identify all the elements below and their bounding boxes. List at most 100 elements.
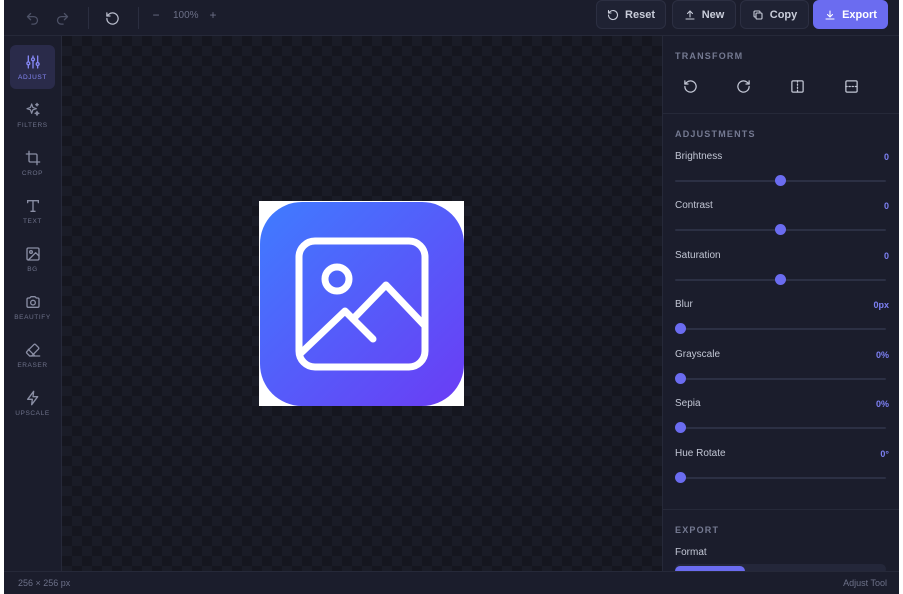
zoom-out-button[interactable]: −: [149, 8, 163, 22]
image-dimensions: 256 × 256 px: [18, 578, 71, 588]
rotate-ccw-icon: [105, 11, 119, 25]
tool-label: BEAUTIFY: [14, 313, 51, 321]
image-placeholder-icon: [295, 237, 428, 370]
undo-icon: [26, 12, 38, 25]
rotate-left-icon: [683, 79, 697, 93]
reset-button[interactable]: Reset: [596, 0, 666, 29]
tool-beautify[interactable]: BEAUTIFY: [10, 285, 55, 329]
tool-sidebar: ADJUST FILTERS CROP TEXT BG BEAUTIFY ERA…: [4, 36, 62, 571]
slider-thumb[interactable]: [775, 274, 786, 285]
hue-rotate-label: Hue Rotate: [675, 448, 726, 459]
grayscale-value: 0%: [875, 350, 889, 360]
export-title: EXPORT: [675, 525, 720, 535]
format-label: Format: [675, 547, 707, 558]
tool-label: BG: [27, 265, 38, 273]
download-icon: [825, 9, 835, 20]
hue-rotate-value: 0°: [880, 449, 889, 459]
saturation-label: Saturation: [675, 250, 721, 261]
tool-filters[interactable]: FILTERS: [10, 93, 55, 137]
tool-label: CROP: [21, 169, 44, 177]
redo-icon: [56, 12, 68, 25]
image-preview[interactable]: [259, 201, 464, 406]
blur-slider[interactable]: [675, 323, 886, 334]
toolbar-divider: [88, 7, 89, 29]
image-canvas[interactable]: [62, 36, 662, 571]
new-label: New: [701, 8, 725, 21]
export-label: Export: [842, 8, 877, 21]
sparkles-icon: [25, 102, 40, 116]
contrast-slider[interactable]: [675, 224, 886, 235]
slider-thumb[interactable]: [675, 472, 686, 483]
blur-value: 0px: [873, 300, 889, 310]
crop-icon: [25, 150, 40, 165]
slider-thumb[interactable]: [675, 422, 686, 433]
flip-horizontal-icon: [790, 79, 804, 93]
copy-button[interactable]: Copy: [740, 0, 809, 29]
upload-icon: [685, 9, 695, 20]
grayscale-slider[interactable]: [675, 373, 886, 384]
flip-horizontal-button[interactable]: [787, 76, 807, 96]
toolbar-divider: [138, 7, 139, 29]
tool-adjust[interactable]: ADJUST: [10, 45, 55, 89]
sepia-label: Sepia: [675, 398, 701, 409]
eraser-icon: [25, 343, 40, 357]
sepia-value: 0%: [875, 399, 889, 409]
rotate-left-button[interactable]: [680, 76, 700, 96]
tool-bg[interactable]: BG: [10, 237, 55, 281]
undo-button[interactable]: [19, 5, 45, 31]
tool-label: FILTERS: [17, 121, 48, 129]
top-toolbar: − 100% + Reset New Copy Export: [4, 0, 899, 36]
hue-rotate-slider[interactable]: [675, 472, 886, 483]
tool-label: ADJUST: [18, 73, 47, 81]
saturation-value: 0: [883, 251, 889, 261]
new-button[interactable]: New: [672, 0, 736, 29]
status-bar: 256 × 256 px Adjust Tool: [4, 571, 899, 594]
transform-title: TRANSFORM: [675, 51, 744, 61]
slider-thumb[interactable]: [675, 373, 686, 384]
panel-divider: [663, 509, 899, 510]
preview-gradient-tile: [259, 201, 464, 406]
slider-thumb[interactable]: [775, 224, 786, 235]
sliders-icon: [25, 54, 40, 69]
format-selector[interactable]: [675, 564, 886, 571]
copy-icon: [753, 9, 763, 20]
tool-upscale[interactable]: UPSCALE: [10, 381, 55, 425]
brightness-value: 0: [883, 152, 889, 162]
contrast-value: 0: [883, 201, 889, 211]
slider-thumb[interactable]: [775, 175, 786, 186]
flip-vertical-button[interactable]: [841, 76, 861, 96]
contrast-label: Contrast: [675, 200, 713, 211]
copy-label: Copy: [769, 8, 798, 21]
tool-label: ERASER: [17, 361, 48, 369]
rotate-right-icon: [736, 79, 750, 93]
flip-vertical-icon: [844, 79, 858, 93]
rotate-right-button[interactable]: [733, 76, 753, 96]
zoom-in-button[interactable]: +: [206, 8, 220, 22]
export-button[interactable]: Export: [813, 0, 888, 29]
type-icon: [26, 199, 39, 212]
sepia-slider[interactable]: [675, 422, 886, 433]
camera-icon: [25, 295, 40, 308]
blur-label: Blur: [675, 299, 693, 310]
zoom-level: 100%: [173, 10, 199, 21]
tool-text[interactable]: TEXT: [10, 189, 55, 233]
image-editor-app: − 100% + Reset New Copy Export ADJUST FI…: [4, 0, 899, 594]
active-tool-name: Adjust Tool: [843, 578, 887, 588]
adjustments-title: ADJUSTMENTS: [675, 129, 756, 139]
redo-button[interactable]: [49, 5, 75, 31]
tool-eraser[interactable]: ERASER: [10, 333, 55, 377]
lightning-icon: [26, 390, 38, 405]
tool-crop[interactable]: CROP: [10, 141, 55, 185]
brightness-slider[interactable]: [675, 175, 886, 186]
tool-label: TEXT: [22, 217, 42, 225]
properties-panel: TRANSFORM ADJUSTMENTS Brightness 0 Contr…: [662, 36, 899, 571]
reset-icon: [607, 9, 619, 20]
saturation-slider[interactable]: [675, 274, 886, 285]
reset-view-button[interactable]: [99, 5, 125, 31]
panel-divider: [663, 113, 899, 114]
reset-label: Reset: [625, 8, 655, 21]
slider-thumb[interactable]: [675, 323, 686, 334]
tool-label: UPSCALE: [15, 409, 50, 417]
image-icon: [25, 246, 40, 261]
grayscale-label: Grayscale: [675, 349, 721, 360]
